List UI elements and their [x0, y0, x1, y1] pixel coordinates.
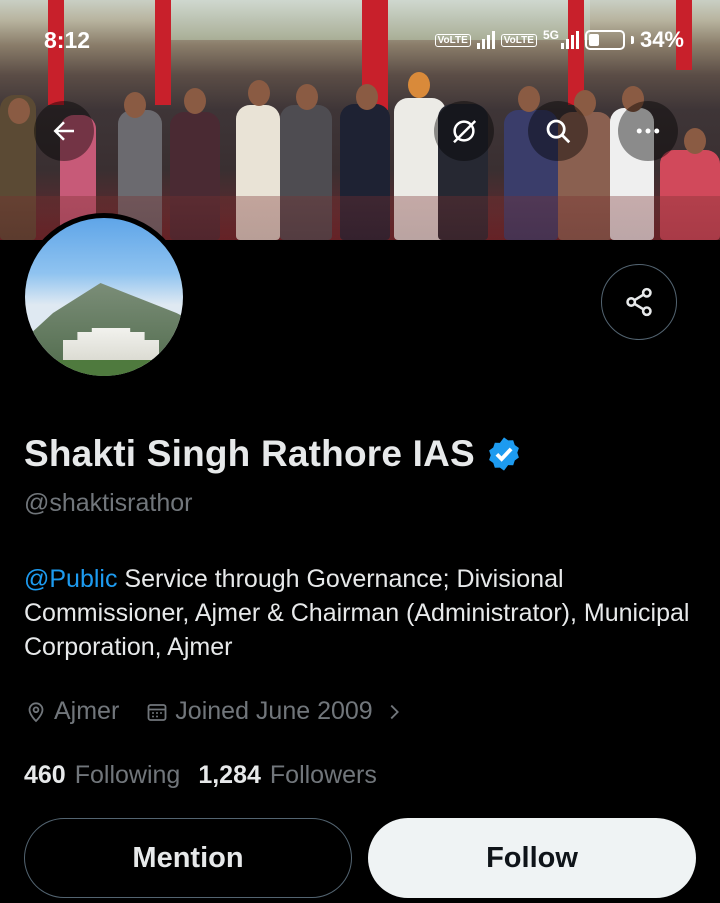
crowd-head: [8, 98, 30, 124]
profile-meta: Ajmer Joined June 2009: [24, 697, 431, 726]
profile-avatar[interactable]: [20, 213, 188, 381]
profile-name-row: Shakti Singh Rathore IAS: [24, 433, 523, 475]
back-button[interactable]: [34, 101, 94, 161]
avatar-grass: [25, 360, 183, 376]
chevron-right-icon: [390, 704, 399, 719]
followers-count: 1,284: [198, 761, 261, 789]
joined-item[interactable]: Joined June 2009: [145, 697, 404, 726]
profile-handle: @shaktisrathor: [24, 489, 193, 517]
crowd-head: [296, 84, 318, 110]
status-bar: 8:12 VoLTE VoLTE 5G 34%: [0, 20, 720, 60]
bio-mention-link[interactable]: @Public: [24, 565, 117, 593]
location-pin-icon: [28, 701, 44, 722]
followers-link[interactable]: 1,284 Followers: [198, 761, 377, 790]
search-button[interactable]: [528, 101, 588, 161]
follow-button[interactable]: Follow: [368, 818, 696, 898]
battery-icon: [584, 30, 625, 50]
battery-cap: [630, 36, 634, 44]
profile-bio: @Public Service through Governance; Divi…: [24, 562, 704, 664]
following-label: Following: [74, 761, 181, 789]
avatar-image: [25, 218, 183, 376]
bio-text: Service through Governance; Divisional C…: [24, 565, 690, 661]
crowd-head: [684, 128, 706, 154]
share-button[interactable]: [601, 264, 677, 340]
followers-label: Followers: [269, 761, 377, 789]
more-button[interactable]: [618, 101, 678, 161]
crowd-head: [408, 72, 430, 98]
profile-name: Shakti Singh Rathore IAS: [24, 433, 475, 474]
follow-counts: 460 Following 1,284 Followers: [24, 761, 377, 790]
verified-badge-icon[interactable]: [485, 435, 523, 473]
crowd-head: [248, 80, 270, 106]
following-count: 460: [24, 761, 66, 789]
signal-icon: [560, 31, 579, 49]
crowd-head: [184, 88, 206, 114]
more-dots-icon: [636, 128, 660, 134]
network-type: 5G: [542, 28, 559, 42]
volte-badge: VoLTE: [500, 33, 537, 47]
status-icons: VoLTE VoLTE 5G 34%: [434, 27, 684, 53]
joined-text: Joined June 2009: [175, 697, 373, 725]
crowd-head: [124, 92, 146, 118]
arrow-left-icon: [53, 121, 74, 141]
grok-button[interactable]: [434, 101, 494, 161]
crowd-head: [356, 84, 378, 110]
location-text: Ajmer: [54, 697, 120, 725]
grok-icon: [453, 120, 477, 144]
location-item: Ajmer: [24, 697, 119, 726]
search-icon: [546, 119, 571, 144]
share-icon: [626, 287, 652, 317]
signal-icon: [476, 31, 495, 49]
status-time: 8:12: [44, 27, 91, 53]
mention-button[interactable]: Mention: [24, 818, 352, 898]
battery-level: 34%: [639, 27, 684, 52]
calendar-icon: [147, 703, 167, 721]
following-link[interactable]: 460 Following: [24, 761, 180, 790]
volte-badge: VoLTE: [434, 33, 471, 47]
